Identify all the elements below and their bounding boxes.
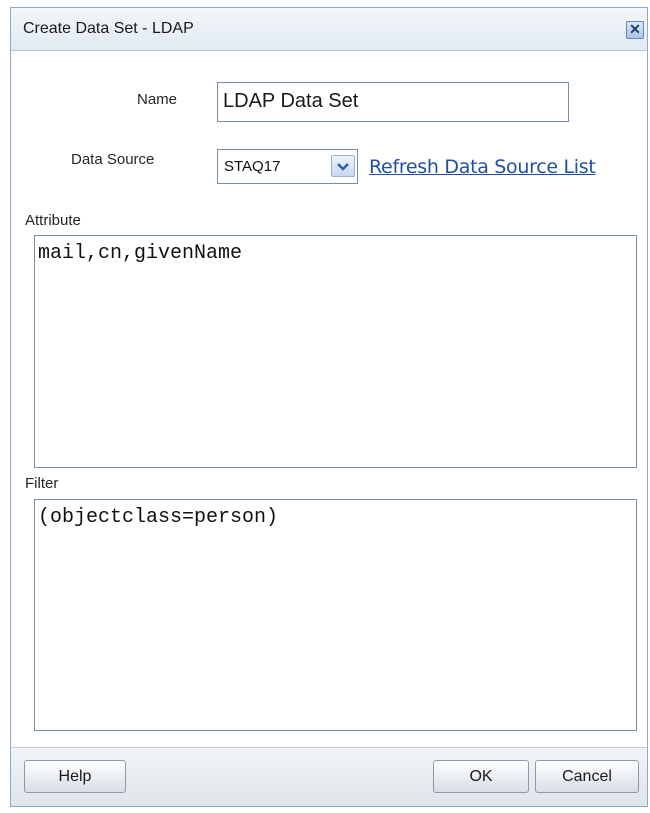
help-button[interactable]: Help	[24, 760, 126, 793]
data-source-label: Data Source	[71, 151, 155, 168]
chevron-down-icon[interactable]	[331, 155, 355, 177]
dialog-title: Create Data Set - LDAP	[23, 20, 194, 37]
refresh-data-source-link[interactable]: Refresh Data Source List	[369, 156, 596, 178]
dialog-footer: Help OK Cancel	[11, 747, 647, 806]
cancel-button[interactable]: Cancel	[535, 760, 639, 793]
data-source-value: STAQ17	[224, 158, 281, 175]
create-data-set-dialog: Create Data Set - LDAP ✕ Name LDAP Data …	[10, 7, 648, 807]
attribute-label: Attribute	[25, 212, 81, 229]
ok-button[interactable]: OK	[433, 760, 529, 793]
dialog-titlebar[interactable]: Create Data Set - LDAP ✕	[11, 8, 647, 51]
attribute-textarea[interactable]: mail,cn,givenName	[34, 235, 637, 468]
data-source-select[interactable]: STAQ17	[217, 149, 358, 184]
filter-textarea[interactable]: (objectclass=person)	[34, 499, 637, 731]
filter-label: Filter	[25, 475, 59, 492]
name-input[interactable]: LDAP Data Set	[217, 82, 569, 122]
name-label: Name	[137, 91, 178, 108]
close-icon[interactable]: ✕	[626, 21, 644, 39]
